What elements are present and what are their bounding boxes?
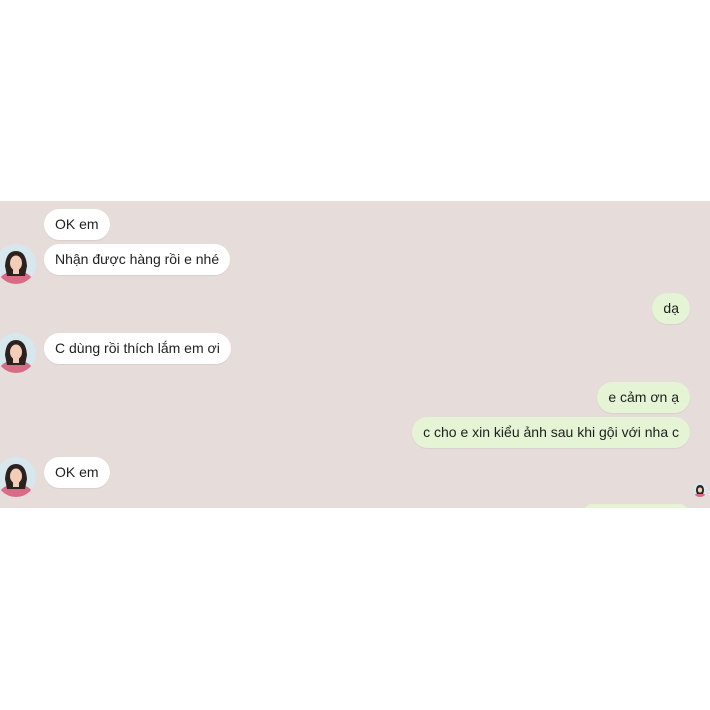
incoming-message-bubble[interactable]: Nhận được hàng rồi e nhé bbox=[44, 244, 231, 275]
incoming-message-bubble[interactable]: OK em bbox=[44, 209, 110, 240]
avatar-photo-icon bbox=[0, 333, 36, 373]
contact-avatar[interactable] bbox=[0, 333, 36, 373]
avatar-photo-icon bbox=[0, 244, 36, 284]
screenshot-page: OK em Nhận được hàng rồi e nhé dạ C dùng… bbox=[0, 0, 710, 710]
outgoing-message-bubble[interactable]: c cho e xin kiểu ảnh sau khi gội với nha… bbox=[412, 417, 690, 448]
seen-avatar-icon bbox=[693, 483, 707, 497]
outgoing-message-bubble[interactable]: e cảm ơn ạ bbox=[597, 382, 690, 413]
incoming-message-bubble[interactable]: OK em bbox=[44, 457, 110, 488]
incoming-message-bubble[interactable]: C dùng rồi thích lắm em ơi bbox=[44, 333, 231, 364]
outgoing-message-bubble-partial bbox=[584, 504, 688, 508]
contact-avatar[interactable] bbox=[0, 457, 36, 497]
avatar-photo-icon bbox=[0, 457, 36, 497]
contact-avatar[interactable] bbox=[0, 244, 36, 284]
chat-conversation[interactable]: OK em Nhận được hàng rồi e nhé dạ C dùng… bbox=[0, 201, 710, 508]
outgoing-message-bubble[interactable]: dạ bbox=[652, 293, 690, 324]
